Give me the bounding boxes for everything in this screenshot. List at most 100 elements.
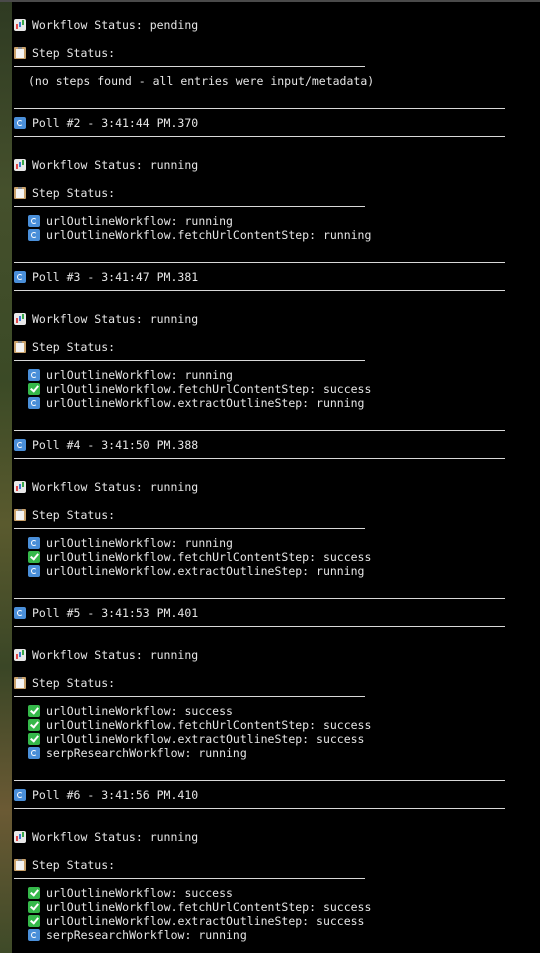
step-row: urlOutlineWorkflow: running	[28, 214, 233, 228]
step-divider	[14, 66, 365, 67]
bar-chart-icon	[14, 481, 26, 493]
refresh-icon	[28, 565, 40, 577]
bar-chart-icon	[14, 159, 26, 171]
refresh-icon	[28, 537, 40, 549]
step-row: urlOutlineWorkflow.extractOutlineStep: s…	[28, 914, 365, 928]
bar-chart-icon	[14, 19, 26, 31]
step-status-line: Step Status:	[14, 46, 115, 60]
step-row: urlOutlineWorkflow: success	[28, 704, 233, 718]
step-text: urlOutlineWorkflow.fetchUrlContentStep: …	[46, 228, 372, 242]
check-icon	[28, 901, 40, 913]
clipboard-icon	[14, 47, 26, 59]
poll-divider-bottom	[14, 136, 505, 137]
poll-divider-top	[14, 430, 505, 431]
step-row: urlOutlineWorkflow.fetchUrlContentStep: …	[28, 228, 371, 242]
step-status-line: Step Status:	[14, 676, 115, 690]
step-status-line: Step Status:	[14, 340, 115, 354]
clipboard-icon	[14, 341, 26, 353]
step-status-label: Step Status:	[32, 186, 116, 200]
refresh-icon	[14, 117, 26, 129]
refresh-icon	[28, 397, 40, 409]
step-status-line: Step Status:	[14, 186, 115, 200]
clipboard-icon	[14, 509, 26, 521]
step-row: urlOutlineWorkflow.fetchUrlContentStep: …	[28, 382, 371, 396]
step-row: urlOutlineWorkflow.extractOutlineStep: r…	[28, 564, 365, 578]
terminal-output[interactable]: Workflow Status: pending Step Status: (n…	[12, 2, 540, 953]
poll-divider-top	[14, 262, 505, 263]
poll-header-text: Poll #4 - 3:41:50 PM.388	[32, 438, 199, 452]
poll-header: Poll #4 - 3:41:50 PM.388	[14, 438, 198, 452]
refresh-icon	[14, 439, 26, 451]
clipboard-icon	[14, 859, 26, 871]
poll-divider-top	[14, 598, 505, 599]
refresh-icon	[14, 271, 26, 283]
check-icon	[28, 705, 40, 717]
step-text: serpResearchWorkflow: running	[46, 928, 247, 942]
refresh-icon	[28, 929, 40, 941]
step-status-label: Step Status:	[32, 676, 116, 690]
workflow-status-line: Workflow Status: running	[14, 648, 198, 662]
step-text: urlOutlineWorkflow: success	[46, 704, 233, 718]
workflow-status-text: Workflow Status: running	[32, 480, 199, 494]
check-icon	[28, 733, 40, 745]
step-text: urlOutlineWorkflow: running	[46, 214, 233, 228]
workflow-status-line: Workflow Status: running	[14, 830, 198, 844]
workflow-status-text: Workflow Status: pending	[32, 18, 199, 32]
step-text: urlOutlineWorkflow.extractOutlineStep: r…	[46, 396, 365, 410]
bar-chart-icon	[14, 831, 26, 843]
refresh-icon	[14, 789, 26, 801]
poll-divider-bottom	[14, 808, 505, 809]
refresh-icon	[14, 607, 26, 619]
no-steps-message: (no steps found - all entries were input…	[28, 74, 375, 88]
poll-divider-bottom	[14, 458, 505, 459]
step-text: urlOutlineWorkflow: success	[46, 886, 233, 900]
step-row: urlOutlineWorkflow.fetchUrlContentStep: …	[28, 718, 371, 732]
step-status-label: Step Status:	[32, 46, 116, 60]
refresh-icon	[28, 229, 40, 241]
poll-header: Poll #5 - 3:41:53 PM.401	[14, 606, 198, 620]
step-divider	[14, 696, 365, 697]
clipboard-icon	[14, 677, 26, 689]
step-text: urlOutlineWorkflow.fetchUrlContentStep: …	[46, 550, 372, 564]
poll-header-text: Poll #2 - 3:41:44 PM.370	[32, 116, 199, 130]
check-icon	[28, 915, 40, 927]
workflow-status-line: Workflow Status: running	[14, 312, 198, 326]
poll-header-text: Poll #3 - 3:41:47 PM.381	[32, 270, 199, 284]
workflow-status-line: Workflow Status: pending	[14, 18, 198, 32]
step-text: urlOutlineWorkflow.fetchUrlContentStep: …	[46, 382, 372, 396]
refresh-icon	[28, 747, 40, 759]
poll-header: Poll #2 - 3:41:44 PM.370	[14, 116, 198, 130]
step-text: urlOutlineWorkflow.fetchUrlContentStep: …	[46, 718, 372, 732]
workflow-status-text: Workflow Status: running	[32, 312, 199, 326]
poll-divider-bottom	[14, 626, 505, 627]
bar-chart-icon	[14, 313, 26, 325]
step-status-line: Step Status:	[14, 858, 115, 872]
step-row: urlOutlineWorkflow.extractOutlineStep: r…	[28, 396, 365, 410]
step-row: serpResearchWorkflow: running	[28, 746, 247, 760]
step-text: urlOutlineWorkflow.fetchUrlContentStep: …	[46, 900, 372, 914]
workflow-status-text: Workflow Status: running	[32, 158, 199, 172]
step-divider	[14, 360, 365, 361]
step-row: urlOutlineWorkflow.fetchUrlContentStep: …	[28, 900, 371, 914]
refresh-icon	[28, 369, 40, 381]
step-row: serpResearchWorkflow: running	[28, 928, 247, 942]
step-status-line: Step Status:	[14, 508, 115, 522]
workflow-status-text: Workflow Status: running	[32, 648, 199, 662]
step-text: urlOutlineWorkflow: running	[46, 536, 233, 550]
step-divider	[14, 206, 365, 207]
step-status-label: Step Status:	[32, 858, 116, 872]
refresh-icon	[28, 215, 40, 227]
poll-header-text: Poll #5 - 3:41:53 PM.401	[32, 606, 199, 620]
check-icon	[28, 719, 40, 731]
step-text: urlOutlineWorkflow.extractOutlineStep: s…	[46, 914, 365, 928]
check-icon	[28, 551, 40, 563]
check-icon	[28, 383, 40, 395]
poll-divider-top	[14, 108, 505, 109]
step-divider	[14, 878, 365, 879]
step-row: urlOutlineWorkflow.fetchUrlContentStep: …	[28, 550, 371, 564]
clipboard-icon	[14, 187, 26, 199]
step-text: serpResearchWorkflow: running	[46, 746, 247, 760]
check-icon	[28, 887, 40, 899]
step-text: urlOutlineWorkflow.extractOutlineStep: s…	[46, 732, 365, 746]
step-status-label: Step Status:	[32, 340, 116, 354]
